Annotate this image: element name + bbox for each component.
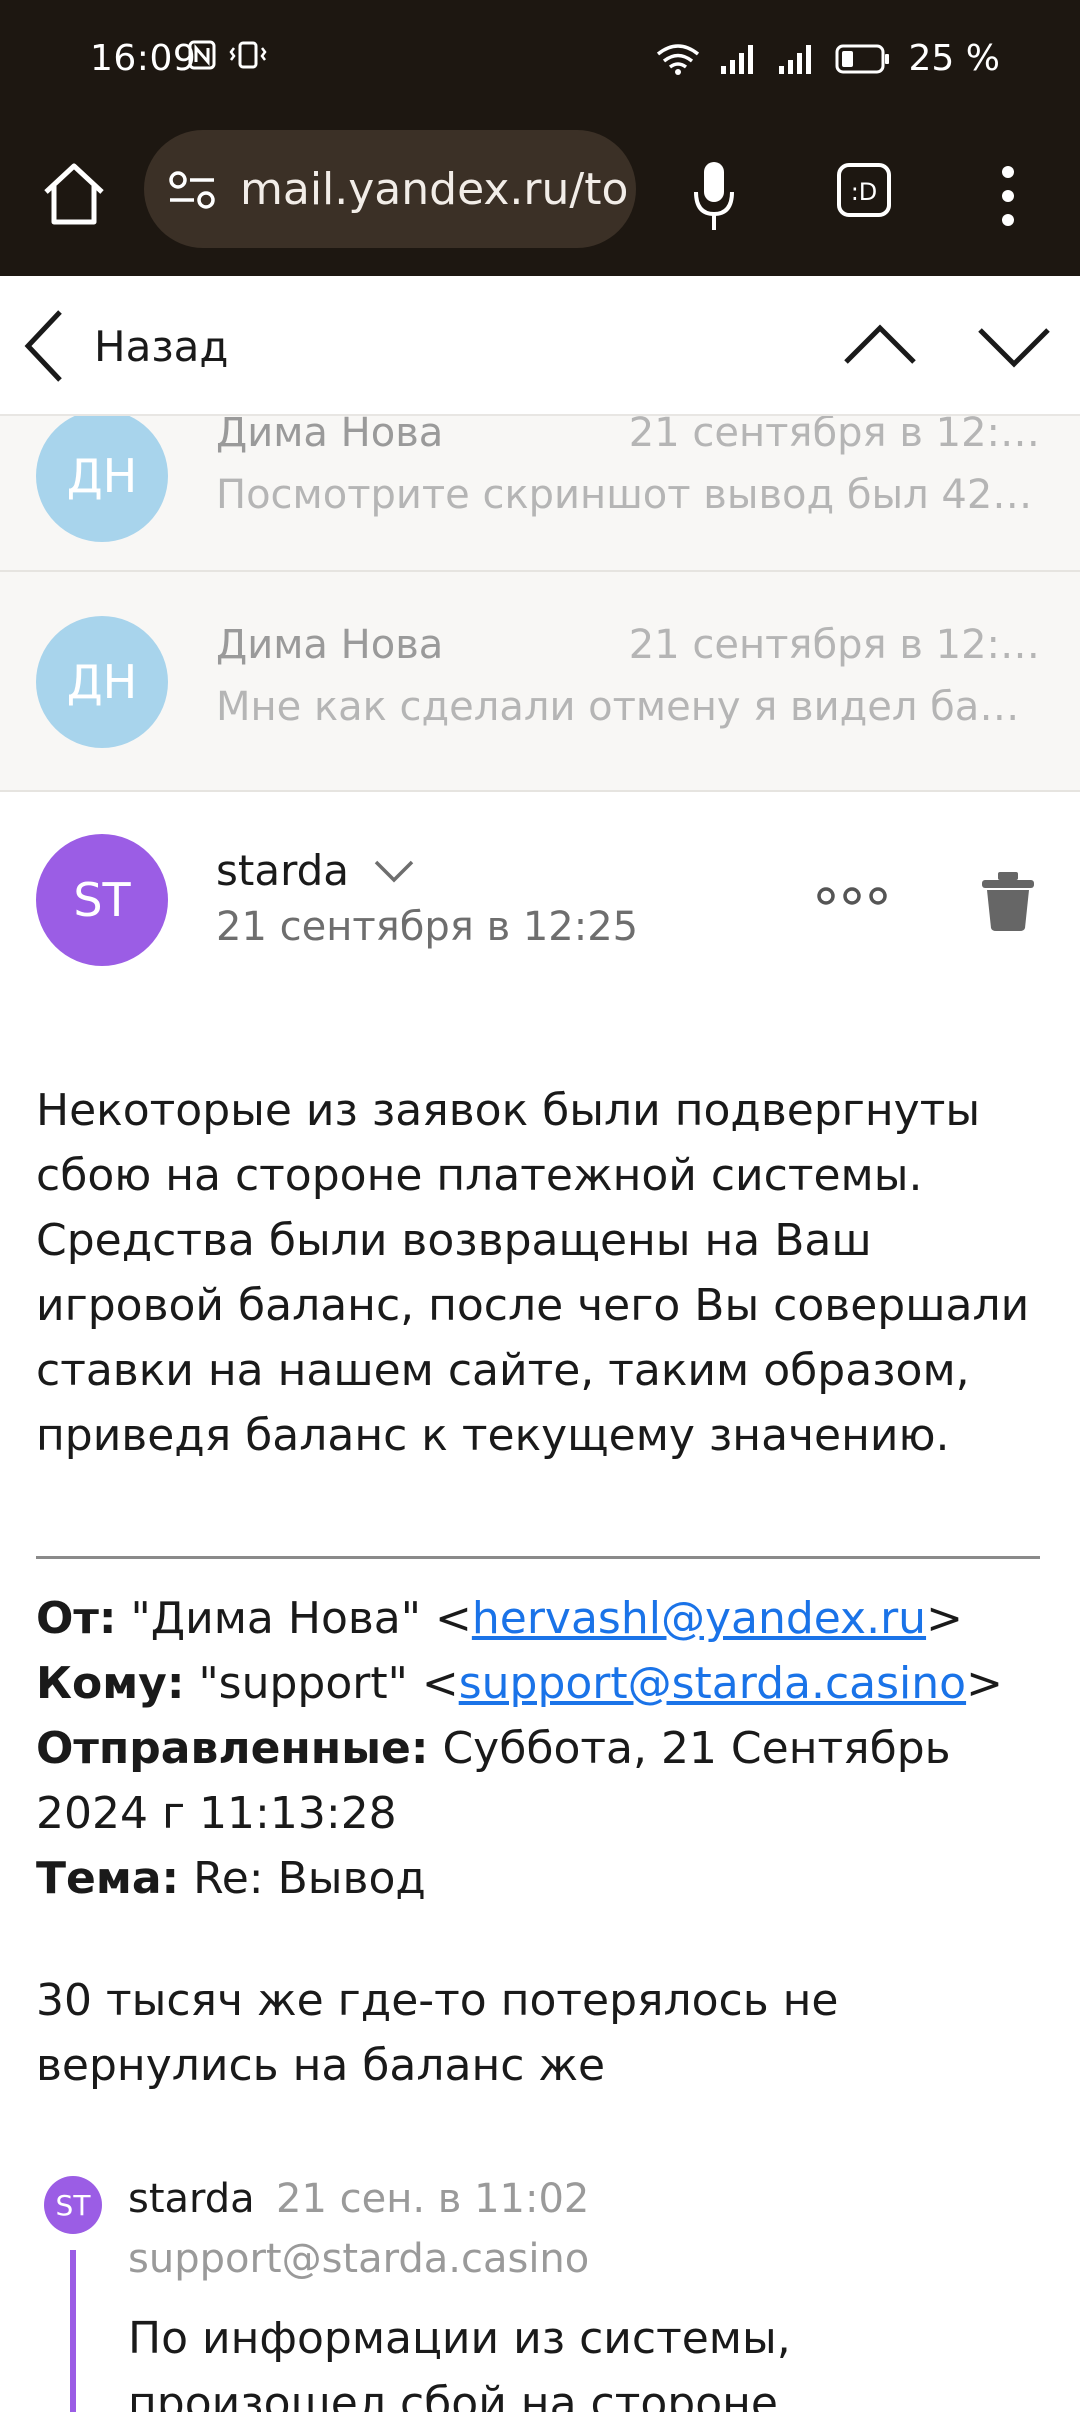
back-label: Назад [94,321,229,371]
battery-level: 25 % [908,38,1000,79]
address-bar[interactable]: mail.yandex.ru/to [144,130,636,248]
thread-date: 21 сентября в 12:… [628,416,1040,456]
url-text: mail.yandex.ru/to [240,164,629,215]
thread-item[interactable]: ДН Дима Нова 21 сентября в 12:… Мне как … [0,572,1080,792]
quote-subject: Тема: Re: Вывод [36,1853,426,1904]
message-date: 21 сентября в 12:25 [216,904,639,950]
message-body: Некоторые из заявок были подвергнуты сбо… [36,1085,1030,1461]
chevron-down-icon [374,860,414,882]
mail-header: Назад [0,276,1080,416]
nested-sender: starda [128,2176,255,2222]
wifi-icon [656,43,699,75]
thread-preview: Посмотрите скриншот вывод был 4250… [216,472,1040,518]
quote-bar [70,2250,76,2412]
nested-date: 21 сен. в 11:02 [276,2176,590,2222]
quote-divider [36,1556,1040,1559]
signal-icon [720,44,753,74]
chevron-down-icon[interactable] [976,316,1052,376]
thread-sender: Дима Нова [216,416,444,456]
quote-sent: Отправленные: Суббота, 21 Сентябрь 2024 … [36,1723,951,1839]
home-icon[interactable] [38,158,110,230]
from-email-link[interactable]: hervashl@yandex.ru [472,1593,926,1644]
quote-to: Кому: "support" <support@starda.casino> [36,1658,1003,1709]
message-header: ST starda 21 сентября в 12:25 [0,792,1080,1012]
avatar: ST [36,834,168,966]
message-sender: starda [216,846,350,895]
avatar: ДН [36,416,168,542]
signal-icon-2 [778,44,811,74]
quote-from: От: "Дима Нова" <hervashl@yandex.ru> [36,1593,963,1644]
nested-email: support@starda.casino [128,2236,590,2282]
browser-toolbar: mail.yandex.ru/to :D [0,120,1080,276]
nested-quote: ST starda 21 сен. в 11:02 support@starda… [0,2168,1080,2412]
nested-body: По информации из системы, произошел сбой… [128,2313,791,2412]
thread-preview: Мне как сделали отмену я видел балан… [216,684,1040,730]
vibrate-icon [229,41,267,69]
more-vert-icon[interactable] [990,158,1026,234]
status-time: 16:09 [90,38,197,79]
avatar: ST [44,2176,102,2234]
back-button[interactable]: Назад [22,308,228,384]
quoted-reply: 30 тысяч же где-то потерялось не вернули… [36,1975,839,2091]
status-bar: 16:09 25 % [0,0,1080,120]
microphone-icon[interactable] [690,158,738,234]
quoted-headers: От: "Дима Нова" <hervashl@yandex.ru> Ком… [36,1586,1046,1911]
battery-icon [835,44,889,73]
more-horiz-icon[interactable] [816,884,888,908]
chevron-left-icon [24,310,62,382]
to-email-link[interactable]: support@starda.casino [459,1658,966,1709]
avatar: ДН [36,616,168,748]
trash-icon[interactable] [980,870,1036,932]
thread-date: 21 сентября в 12:… [628,622,1040,668]
sender-toggle[interactable]: starda [216,846,415,895]
thread-sender: Дима Нова [216,622,444,668]
site-settings-icon[interactable] [168,168,216,212]
thread-item[interactable]: ДН Дима Нова 21 сентября в 12:… Посмотри… [0,416,1080,572]
svg-text::D: :D [851,178,878,206]
chevron-up-icon[interactable] [842,316,918,376]
tabs-icon[interactable]: :D [836,162,892,218]
nfc-icon [188,40,216,70]
